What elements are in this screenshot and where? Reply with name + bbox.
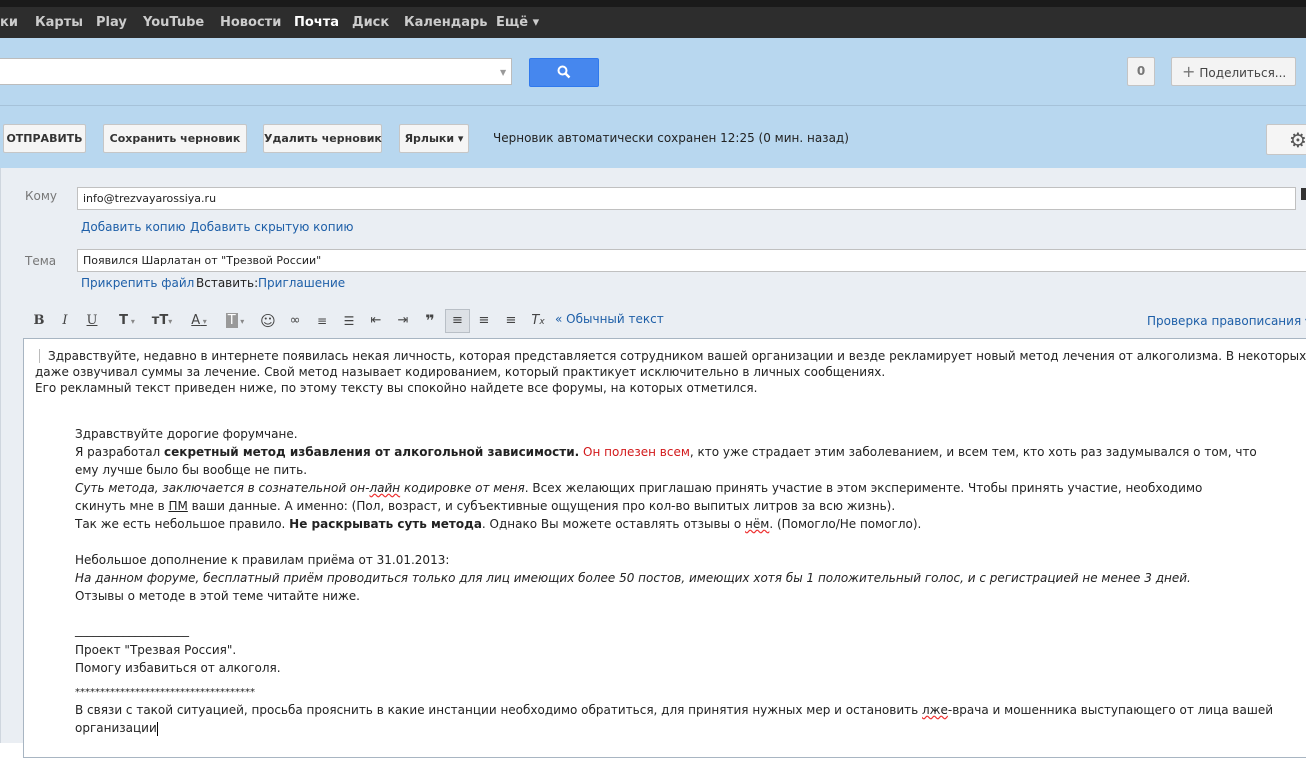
- delete-draft-button[interactable]: Удалить черновик: [263, 124, 382, 153]
- bold-icon[interactable]: B: [28, 312, 50, 330]
- body-line: Суть метода, заключается в сознательной …: [75, 481, 1203, 495]
- nav-item-youtube[interactable]: YouTube: [143, 15, 204, 30]
- nav-item-news[interactable]: Новости: [220, 15, 281, 30]
- settings-button[interactable]: ⚙: [1266, 124, 1306, 155]
- nav-item-calendar[interactable]: Календарь: [404, 15, 488, 30]
- body-line: ему лучше было бы вообще не пить.: [75, 463, 308, 477]
- to-field[interactable]: info@trezvayarossiya.ru: [77, 187, 1296, 210]
- nav-item-partial[interactable]: ки: [0, 15, 18, 30]
- body-line: Его рекламный текст приведен ниже, по эт…: [35, 381, 758, 395]
- body-line: Здравствуйте дорогие форумчане.: [75, 427, 298, 441]
- text-color-icon[interactable]: A ▾: [184, 312, 214, 330]
- subject-field[interactable]: Появился Шарлатан от "Трезвой России": [77, 249, 1306, 272]
- quote-marker: [39, 349, 40, 363]
- body-line: Небольшое дополнение к правилам приёма о…: [75, 553, 450, 567]
- body-line: Так же есть небольшое правило. Не раскры…: [75, 517, 922, 531]
- attach-file-link[interactable]: Прикрепить файл: [81, 276, 194, 290]
- font-size-icon[interactable]: тT▾: [147, 312, 177, 330]
- share-label: Поделиться...: [1199, 66, 1287, 80]
- align-left-icon[interactable]: ≡: [445, 309, 470, 333]
- search-button[interactable]: [529, 58, 599, 87]
- align-right-icon[interactable]: ≡: [500, 312, 522, 330]
- labels-dropdown-button[interactable]: Ярлыки ▾: [399, 124, 469, 153]
- indent-more-icon[interactable]: ⇥: [392, 312, 414, 330]
- nav-item-drive[interactable]: Диск: [352, 15, 389, 30]
- text-cursor: [156, 721, 158, 736]
- underline-icon[interactable]: U: [81, 312, 103, 330]
- stars-separator: ************************************: [75, 687, 255, 698]
- body-line: организации: [75, 721, 158, 736]
- bulleted-list-icon[interactable]: ☰: [338, 312, 360, 330]
- save-draft-button[interactable]: Сохранить черновик: [103, 124, 247, 153]
- contacts-icon[interactable]: [1301, 188, 1306, 200]
- plain-text-link[interactable]: « Обычный текст: [555, 312, 664, 326]
- emoji-icon[interactable]: ☺: [257, 312, 279, 330]
- align-center-icon[interactable]: ≡: [473, 312, 495, 330]
- notification-count-button[interactable]: 0: [1127, 57, 1155, 86]
- nav-item-mail[interactable]: Почта: [294, 15, 339, 30]
- font-icon[interactable]: T ▾: [112, 312, 142, 330]
- nav-item-maps[interactable]: Карты: [35, 15, 83, 30]
- numbered-list-icon[interactable]: ≡: [311, 312, 333, 330]
- link-icon[interactable]: ∞: [284, 312, 306, 330]
- insert-label: Вставить:: [196, 276, 259, 290]
- to-label: Кому: [25, 189, 58, 203]
- body-line: Отзывы о методе в этой теме читайте ниже…: [75, 589, 360, 603]
- body-line: Здравствуйте, недавно в интернете появил…: [48, 349, 1306, 363]
- subject-label: Тема: [25, 254, 57, 268]
- body-line: В связи с такой ситуацией, просьба прояс…: [75, 703, 1274, 717]
- plus-icon: +: [1182, 62, 1196, 81]
- spellcheck-link[interactable]: Проверка правописания ▾: [1147, 314, 1306, 328]
- remove-formatting-icon[interactable]: Tx: [527, 312, 549, 330]
- body-line: Я разработал секретный метод избавления …: [75, 445, 1257, 459]
- nav-item-more[interactable]: Ещё ▾: [496, 15, 539, 30]
- body-line: даже озвучивал суммы за лечение. Свой ме…: [35, 365, 886, 379]
- message-body-editor[interactable]: Здравствуйте, недавно в интернете появил…: [23, 338, 1306, 758]
- search-header: ▼ 0 + Поделиться...: [0, 38, 1306, 105]
- search-icon: [557, 65, 571, 79]
- italic-icon[interactable]: I: [54, 312, 76, 330]
- nav-item-play[interactable]: Play: [96, 15, 127, 30]
- body-line: На данном форуме, бесплатный приём прово…: [75, 571, 1191, 585]
- quote-icon[interactable]: ❞: [419, 312, 441, 330]
- indent-less-icon[interactable]: ⇤: [365, 312, 387, 330]
- compose-toolbar: ОТПРАВИТЬ Сохранить черновик Удалить чер…: [0, 105, 1306, 168]
- body-line: Помогу избавиться от алкоголя.: [75, 661, 281, 675]
- insert-invitation-link[interactable]: Приглашение: [258, 276, 345, 290]
- highlight-color-icon[interactable]: T ▾: [219, 312, 251, 330]
- search-options-chevron-icon[interactable]: ▼: [500, 68, 506, 77]
- formatting-toolbar: B I U T ▾ тT▾ A ▾ T ▾ ☺ ∞ ≡ ☰ ⇤ ⇥ ❞ ≡ ≡ …: [1, 306, 1306, 336]
- add-bcc-link[interactable]: Добавить скрытую копию: [190, 220, 354, 234]
- body-line: Проект "Трезвая Россия".: [75, 643, 237, 657]
- compose-panel: Кому info@trezvayarossiya.ru Добавить ко…: [0, 168, 1306, 758]
- share-button[interactable]: + Поделиться...: [1171, 57, 1296, 86]
- add-cc-link[interactable]: Добавить копию: [81, 220, 186, 234]
- autosave-status: Черновик автоматически сохранен 12:25 (0…: [493, 131, 849, 145]
- send-button[interactable]: ОТПРАВИТЬ: [3, 124, 86, 153]
- gear-icon: ⚙: [1289, 128, 1306, 152]
- signature-divider: ___________________: [75, 623, 189, 637]
- body-line: скинуть мне в ПМ ваши данные. А именно: …: [75, 499, 896, 513]
- search-input[interactable]: [0, 58, 512, 85]
- top-nav-bar: ки Карты Play YouTube Новости Почта Диск…: [0, 0, 1306, 38]
